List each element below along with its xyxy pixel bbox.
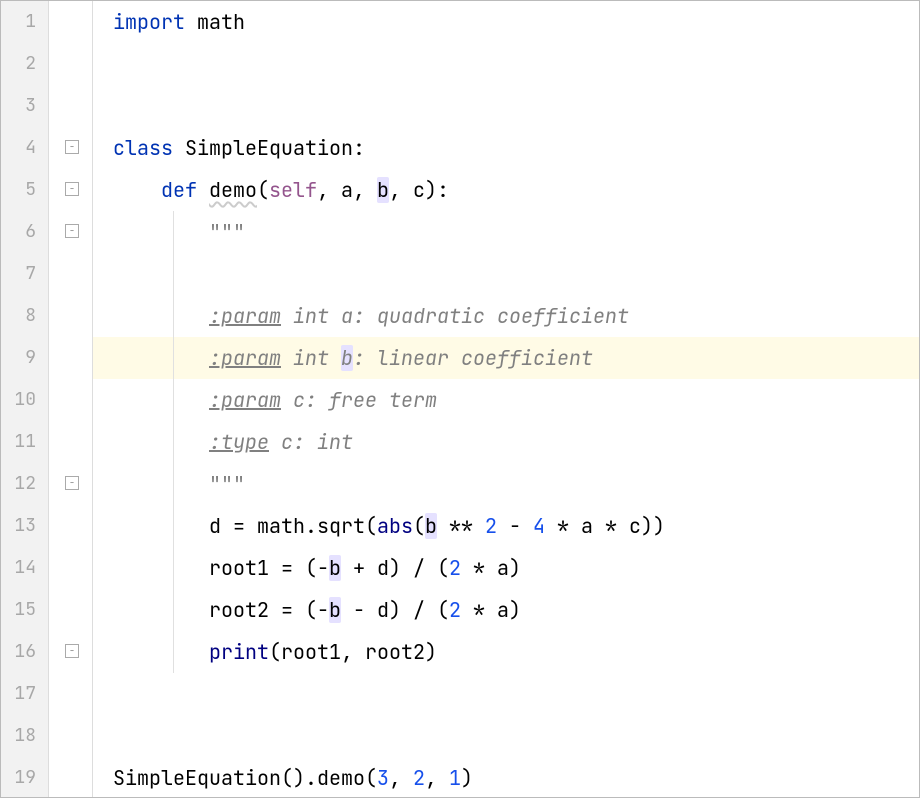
fold-marker-icon[interactable] (65, 476, 79, 490)
param-b-highlight: b (341, 345, 353, 371)
code-line (93, 43, 919, 85)
var-b-highlight: b (329, 555, 341, 581)
line-number: 12 (1, 463, 48, 505)
docstring-open: """ (209, 219, 245, 245)
line-number: 7 (1, 253, 48, 295)
fold-marker-icon[interactable] (65, 182, 79, 196)
number-literal: 2 (485, 513, 497, 539)
code-line: d = math.sqrt(abs(b ** 2 - 4 * a * c)) (93, 505, 919, 547)
fold-marker-icon[interactable] (65, 140, 79, 154)
code-line (93, 85, 919, 127)
line-number: 19 (1, 757, 48, 799)
line-number: 16 (1, 631, 48, 673)
code-line: """ (93, 463, 919, 505)
line-number: 9 (1, 337, 48, 379)
code-line: def demo(self, a, b, c): (93, 169, 919, 211)
code-line: import math (93, 1, 919, 43)
code-line: SimpleEquation().demo(3, 2, 1) (93, 757, 919, 799)
code-line: :param int a: quadratic coefficient (93, 295, 919, 337)
line-number: 1 (1, 1, 48, 43)
code-line: :type c: int (93, 421, 919, 463)
docstring-text: int a: quadratic coefficient (281, 303, 629, 329)
code-area[interactable]: import math class SimpleEquation: def de… (93, 1, 919, 797)
method-name: demo (209, 177, 257, 203)
code-line (93, 253, 919, 295)
param-self: self (269, 177, 317, 203)
docstring-text: c: int (269, 429, 353, 455)
code-line: class SimpleEquation: (93, 127, 919, 169)
code-line: root2 = (-b - d) / (2 * a) (93, 589, 919, 631)
number-literal: 4 (533, 513, 545, 539)
number-literal: 3 (377, 765, 389, 791)
number-literal: 2 (413, 765, 425, 791)
line-number: 2 (1, 43, 48, 85)
doc-param-tag: :param (209, 387, 281, 413)
fold-marker-icon[interactable] (65, 644, 79, 658)
code-line: """ (93, 211, 919, 253)
module-name: math (197, 9, 245, 35)
line-number: 17 (1, 673, 48, 715)
line-number: 11 (1, 421, 48, 463)
doc-type-tag: :type (209, 429, 269, 455)
line-number: 3 (1, 85, 48, 127)
builtin-print: print (209, 639, 269, 665)
code-line: :param c: free term (93, 379, 919, 421)
line-number: 18 (1, 715, 48, 757)
docstring-close: """ (209, 471, 245, 497)
line-number: 6 (1, 211, 48, 253)
doc-param-tag: :param (209, 345, 281, 371)
builtin-abs: abs (377, 513, 413, 539)
code-line (93, 673, 919, 715)
number-literal: 1 (449, 765, 461, 791)
line-number: 5 (1, 169, 48, 211)
number-literal: 2 (449, 597, 461, 623)
docstring-text: c: free term (281, 387, 437, 413)
line-number: 15 (1, 589, 48, 631)
code-line: root1 = (-b + d) / (2 * a) (93, 547, 919, 589)
var-b-highlight: b (425, 513, 437, 539)
line-number: 4 (1, 127, 48, 169)
class-name: SimpleEquation: (185, 135, 365, 161)
fold-gutter (49, 1, 93, 797)
line-number: 10 (1, 379, 48, 421)
line-number-gutter: 1 2 3 4 5 6 7 8 9 10 11 12 13 14 15 16 1… (1, 1, 49, 797)
number-literal: 2 (449, 555, 461, 581)
code-line-current: :param int b: linear coefficient (93, 337, 919, 379)
line-number: 13 (1, 505, 48, 547)
code-line: print(root1, root2) (93, 631, 919, 673)
fold-marker-icon[interactable] (65, 224, 79, 238)
param-b-highlight: b (377, 177, 389, 203)
keyword-def: def (161, 177, 197, 203)
line-number: 14 (1, 547, 48, 589)
code-editor[interactable]: 1 2 3 4 5 6 7 8 9 10 11 12 13 14 15 16 1… (1, 1, 919, 797)
code-line (93, 715, 919, 757)
docstring-text: : linear coefficient (353, 345, 593, 371)
doc-param-tag: :param (209, 303, 281, 329)
keyword-class: class (113, 135, 173, 161)
var-b-highlight: b (329, 597, 341, 623)
line-number: 8 (1, 295, 48, 337)
keyword-import: import (113, 9, 185, 35)
